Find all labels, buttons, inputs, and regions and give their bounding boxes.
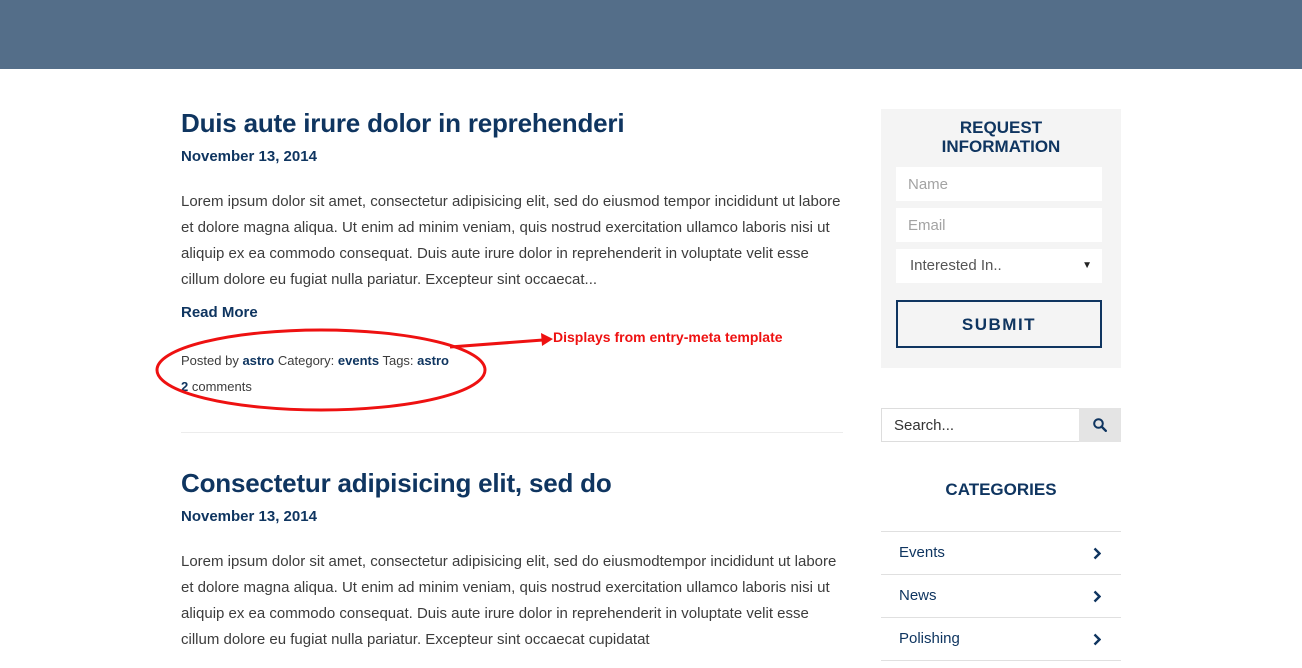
caret-down-icon: ▼: [1082, 260, 1092, 271]
request-information-widget: REQUEST INFORMATION Interested In.. ▼ SU…: [881, 109, 1121, 368]
comments-label: comments: [191, 379, 252, 394]
post-divider: [181, 432, 843, 433]
email-field[interactable]: [896, 208, 1102, 242]
category-item[interactable]: Events: [881, 532, 1121, 575]
search-button[interactable]: [1079, 408, 1121, 442]
author-link[interactable]: astro: [242, 353, 274, 368]
blog-post: Consectetur adipisicing elit, sed do Nov…: [181, 468, 843, 668]
read-more-link[interactable]: Read More: [181, 303, 258, 323]
interest-select-value: Interested In..: [910, 257, 1002, 274]
top-header-bar: [0, 0, 1302, 69]
post-date: November 13, 2014: [181, 508, 317, 525]
comments-line: 2 comments: [181, 374, 843, 400]
submit-button[interactable]: SUBMIT: [896, 300, 1102, 348]
category-label: Category:: [277, 353, 335, 368]
search-icon: [1093, 418, 1107, 432]
chevron-right-icon: [1093, 633, 1101, 646]
post-title[interactable]: Consectetur adipisicing elit, sed do: [181, 468, 843, 498]
annotation-label: Displays from entry-meta template: [553, 329, 783, 345]
category-link[interactable]: events: [338, 353, 379, 368]
category-item[interactable]: News: [881, 575, 1121, 618]
search-widget: [881, 408, 1121, 442]
heading-line-2: INFORMATION: [941, 137, 1061, 156]
post-date: November 13, 2014: [181, 148, 317, 165]
heading-line-1: REQUEST: [959, 118, 1043, 137]
blog-post: Duis aute irure dolor in reprehenderi No…: [181, 108, 843, 400]
name-field[interactable]: [896, 167, 1102, 201]
category-link[interactable]: Polishing: [899, 630, 960, 647]
posted-by-label: Posted by: [181, 353, 239, 368]
categories-heading: CATEGORIES: [945, 480, 1057, 499]
categories-list: Events News Polishing: [881, 531, 1121, 661]
interest-select[interactable]: Interested In.. ▼: [896, 249, 1102, 283]
chevron-right-icon: [1093, 547, 1101, 560]
chevron-right-icon: [1093, 590, 1101, 603]
search-input[interactable]: [881, 408, 1079, 442]
comments-count-link[interactable]: 2: [181, 379, 188, 394]
post-excerpt: Lorem ipsum dolor sit amet, consectetur …: [181, 553, 837, 648]
meta-line: Posted by astro Category: events Tags: a…: [181, 348, 843, 374]
tag-link[interactable]: astro: [417, 353, 449, 368]
entry-meta: Posted by astro Category: events Tags: a…: [181, 348, 843, 400]
post-title[interactable]: Duis aute irure dolor in reprehenderi: [181, 108, 843, 138]
tags-label: Tags:: [382, 353, 414, 368]
category-item[interactable]: Polishing: [881, 618, 1121, 661]
category-link[interactable]: Events: [899, 544, 945, 561]
request-form-heading: REQUEST INFORMATION: [881, 109, 1121, 156]
post-excerpt: Lorem ipsum dolor sit amet, consectetur …: [181, 193, 841, 288]
category-link[interactable]: News: [899, 587, 937, 604]
